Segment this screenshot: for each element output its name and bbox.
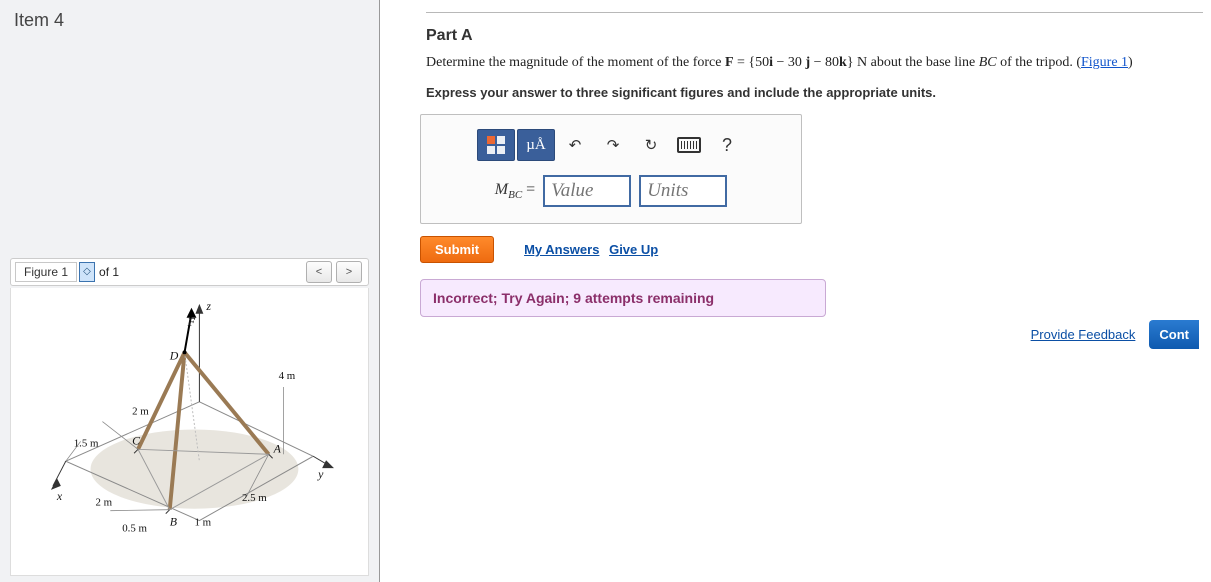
figure-prev-button[interactable]: < (306, 261, 332, 283)
dim-1m: 1 m (194, 517, 211, 529)
dim-2m-b: 2 m (95, 497, 112, 509)
redo-button[interactable]: ↷ (595, 130, 631, 160)
templates-button[interactable] (477, 129, 515, 161)
variable-label: MBC = (495, 181, 535, 201)
prompt-eq: = {50 (737, 55, 769, 70)
item-title: Item 4 (14, 10, 369, 31)
prompt-bc: BC (979, 55, 997, 70)
point-a-label: A (273, 441, 282, 455)
answer-instructions: Express your answer to three significant… (426, 85, 1211, 100)
dim-4m: 4 m (279, 370, 296, 382)
point-b-label: B (170, 515, 177, 529)
dim-2-5m: 2.5 m (242, 492, 267, 504)
prompt-k: k (839, 55, 847, 70)
answer-box: µÅ ↶ ↷ ↻ ? MBC = (420, 114, 802, 224)
reset-button[interactable]: ↻ (633, 130, 669, 160)
prompt-j: j (802, 55, 810, 70)
part-title: Part A (426, 27, 1211, 45)
axis-x-label: x (56, 489, 63, 503)
prompt-tail: of the tripod. ( (997, 55, 1081, 70)
prompt-close: ) (1128, 55, 1133, 70)
keyboard-button[interactable] (671, 130, 707, 160)
units-input[interactable] (639, 175, 727, 207)
dim-1-5m: 1.5 m (74, 437, 99, 449)
axis-y-label: y (317, 467, 324, 481)
prompt-force-symbol: F (725, 55, 734, 70)
figure-count: of 1 (99, 265, 119, 279)
dim-0-5m: 0.5 m (122, 522, 147, 534)
provide-feedback-link[interactable]: Provide Feedback (1031, 327, 1136, 342)
help-button[interactable]: ? (709, 130, 745, 160)
my-answers-link[interactable]: My Answers (524, 242, 599, 257)
value-input[interactable] (543, 175, 631, 207)
figure-nav-bar: Figure 1 ◇ of 1 < > (10, 258, 369, 286)
dim-2m-a: 2 m (132, 406, 149, 418)
question-prompt: Determine the magnitude of the moment of… (426, 55, 1211, 71)
figure-next-button[interactable]: > (336, 261, 362, 283)
prompt-m1: − 30 (773, 55, 802, 70)
answer-toolbar: µÅ ↶ ↷ ↻ ? (477, 129, 745, 161)
figure-selector[interactable]: ◇ (79, 262, 95, 282)
continue-button[interactable]: Cont (1149, 320, 1199, 349)
figure-canvas: z y x F D C A B 2 m 1.5 m 2 m 0.5 m 1 m … (10, 288, 369, 576)
point-c-label: C (132, 433, 141, 447)
axis-z-label: z (205, 299, 211, 313)
prompt-text: Determine the magnitude of the moment of… (426, 55, 725, 70)
special-chars-button[interactable]: µÅ (517, 129, 555, 161)
feedback-message: Incorrect; Try Again; 9 attempts remaini… (420, 279, 826, 317)
undo-button[interactable]: ↶ (557, 130, 593, 160)
force-label: F (187, 315, 196, 329)
figure-label: Figure 1 (15, 262, 77, 282)
figure-link[interactable]: Figure 1 (1081, 55, 1128, 70)
keyboard-icon (677, 137, 701, 153)
prompt-post: } N about the base line (847, 55, 979, 70)
point-d-label: D (169, 348, 179, 362)
prompt-m2: − 80 (810, 55, 839, 70)
give-up-link[interactable]: Give Up (609, 242, 658, 257)
submit-button[interactable]: Submit (420, 236, 494, 263)
divider (426, 12, 1203, 13)
templates-icon (487, 136, 505, 154)
